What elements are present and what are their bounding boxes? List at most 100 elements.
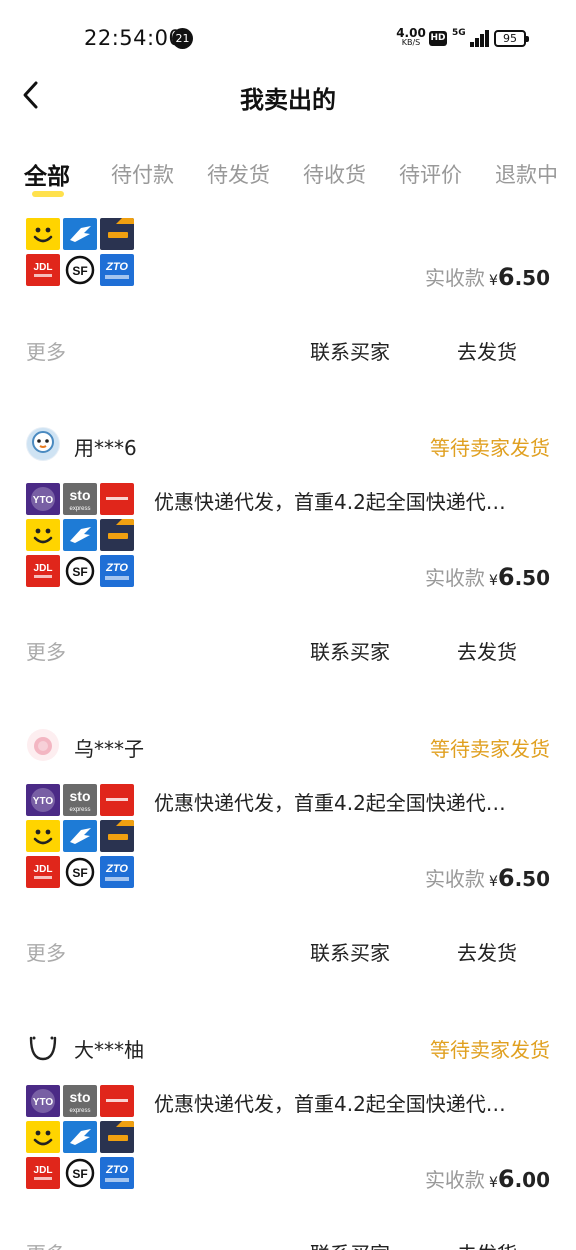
battery-icon: 95 — [494, 30, 529, 47]
yto-logo-icon: YTO — [26, 1085, 60, 1117]
tab-pending-review[interactable]: 待评价 — [399, 159, 462, 189]
ship-button[interactable]: 去发货 — [457, 937, 517, 966]
buyer-name: 用***6 — [74, 436, 137, 460]
tab-pending-receipt[interactable]: 待收货 — [303, 159, 366, 189]
sf-express-logo-icon: SF — [63, 555, 97, 587]
svg-text:SF: SF — [72, 565, 87, 579]
svg-text:express: express — [69, 1108, 90, 1114]
order-tabs: 全部 待付款 待发货 待收货 待评价 退款中 — [0, 155, 576, 205]
bird-logo-icon — [63, 820, 97, 852]
tab-refunding[interactable]: 退款中 — [495, 159, 558, 189]
svg-text:SF: SF — [72, 866, 87, 880]
svg-text:sto: sto — [70, 1089, 91, 1105]
svg-text:express: express — [69, 807, 90, 813]
svg-text:YTO: YTO — [33, 495, 54, 506]
svg-text:ZTO: ZTO — [105, 1164, 128, 1176]
courier-logo-icon — [100, 784, 134, 816]
ship-button[interactable]: 去发货 — [457, 336, 517, 365]
jd-logistics-logo-icon: JDL — [26, 856, 60, 888]
buyer-avatar — [26, 728, 60, 762]
product-logo-grid: YTO sto express JDL SF ZTO — [26, 784, 134, 892]
order-card[interactable]: 乌***子 等待卖家发货 YTO sto express JDL SF ZTO … — [0, 725, 576, 1005]
svg-text:sto: sto — [70, 487, 91, 503]
more-button[interactable]: 更多 — [26, 636, 66, 665]
meituan-logo-icon — [26, 519, 60, 551]
svg-text:YTO: YTO — [33, 796, 54, 807]
order-status: 等待卖家发货 — [430, 1038, 550, 1062]
tab-pending-shipment[interactable]: 待发货 — [207, 159, 270, 189]
jd-logistics-logo-icon: JDL — [26, 1157, 60, 1189]
svg-text:SF: SF — [72, 1167, 87, 1181]
svg-text:express: express — [69, 506, 90, 512]
received-amount: 实收款 ¥6.50 — [424, 864, 550, 892]
product-logo-grid: YTO sto express JDL SF ZTO — [26, 483, 134, 591]
buyer-avatar — [26, 1029, 60, 1063]
meituan-logo-icon — [26, 218, 60, 250]
tab-pending-payment[interactable]: 待付款 — [111, 159, 174, 189]
order-status: 等待卖家发货 — [430, 436, 550, 460]
sto-logo-icon: sto express — [63, 483, 97, 515]
sf-express-logo-icon: SF — [63, 856, 97, 888]
svg-text:ZTO: ZTO — [105, 562, 128, 574]
bird-logo-icon — [63, 218, 97, 250]
zto-logo-icon: ZTO — [100, 1157, 134, 1189]
buyer-name: 乌***子 — [74, 737, 144, 761]
meituan-logo-icon — [26, 820, 60, 852]
contact-buyer-button[interactable]: 联系买家 — [310, 937, 390, 966]
contact-buyer-button[interactable]: 联系买家 — [310, 336, 390, 365]
tab-all[interactable]: 全部 — [24, 157, 70, 191]
status-bar: 22:54:00 21 4.00 KB/S HD 5G 95 — [0, 0, 576, 78]
svg-text:JDL: JDL — [34, 563, 53, 574]
order-card[interactable]: 用***6 等待卖家发货 YTO sto express JDL SF ZTO … — [0, 424, 576, 704]
ship-button[interactable]: 去发货 — [457, 636, 517, 665]
zto-logo-icon: ZTO — [100, 555, 134, 587]
network-speed: 4.00 KB/S — [396, 26, 426, 48]
sto-logo-icon: sto express — [63, 1085, 97, 1117]
nav-bar: 我卖出的 — [0, 70, 576, 120]
svg-text:JDL: JDL — [34, 1165, 53, 1176]
more-button[interactable]: 更多 — [26, 937, 66, 966]
jd-logistics-logo-icon: JDL — [26, 555, 60, 587]
speed-logo-icon — [100, 218, 134, 250]
speed-logo-icon — [100, 1121, 134, 1153]
sf-express-logo-icon: SF — [63, 254, 97, 286]
notification-badge: 21 — [172, 28, 193, 49]
svg-text:ZTO: ZTO — [105, 261, 128, 273]
speed-logo-icon — [100, 519, 134, 551]
buyer-avatar — [26, 427, 60, 461]
courier-logo-icon — [100, 1085, 134, 1117]
bird-logo-icon — [63, 1121, 97, 1153]
product-title[interactable]: 优惠快递代发，首重4.2起全国快递代… — [154, 1088, 550, 1117]
more-button[interactable]: 更多 — [26, 1238, 66, 1250]
svg-text:JDL: JDL — [34, 864, 53, 875]
contact-buyer-button[interactable]: 联系买家 — [310, 1238, 390, 1250]
ship-button[interactable]: 去发货 — [457, 1238, 517, 1250]
sf-express-logo-icon: SF — [63, 1157, 97, 1189]
courier-logo-icon — [100, 483, 134, 515]
received-amount: 实收款 ¥6.00 — [424, 1165, 550, 1193]
buyer-name: 大***柚 — [74, 1038, 144, 1062]
sold-orders-screen: 22:54:00 21 4.00 KB/S HD 5G 95 我卖出的 全部 待… — [0, 0, 576, 1250]
page-title: 我卖出的 — [240, 86, 336, 114]
product-title[interactable]: 优惠快递代发，首重4.2起全国快递代… — [154, 787, 550, 816]
zto-logo-icon: ZTO — [100, 254, 134, 286]
network-type-label: 5G — [452, 28, 466, 38]
svg-text:JDL: JDL — [34, 262, 53, 273]
svg-text:SF: SF — [72, 264, 87, 278]
network-speed-value: 4.00 — [396, 26, 426, 40]
svg-text:ZTO: ZTO — [105, 863, 128, 875]
order-card[interactable]: 大***柚 等待卖家发货 YTO sto express JDL SF ZTO … — [0, 1026, 576, 1250]
status-time: 22:54:00 — [84, 26, 183, 50]
order-card[interactable]: JDL SF ZTO 实收款 ¥6.50 更多 联系买家 去发货 — [0, 218, 576, 378]
meituan-logo-icon — [26, 1121, 60, 1153]
order-status: 等待卖家发货 — [430, 737, 550, 761]
contact-buyer-button[interactable]: 联系买家 — [310, 636, 390, 665]
jd-logistics-logo-icon: JDL — [26, 254, 60, 286]
more-button[interactable]: 更多 — [26, 336, 66, 365]
bird-logo-icon — [63, 519, 97, 551]
received-amount: 实收款 ¥6.50 — [424, 563, 550, 591]
yto-logo-icon: YTO — [26, 784, 60, 816]
product-logo-grid: JDL SF ZTO — [26, 218, 134, 288]
received-amount: 实收款 ¥6.50 — [424, 263, 550, 291]
product-title[interactable]: 优惠快递代发，首重4.2起全国快递代… — [154, 486, 550, 515]
